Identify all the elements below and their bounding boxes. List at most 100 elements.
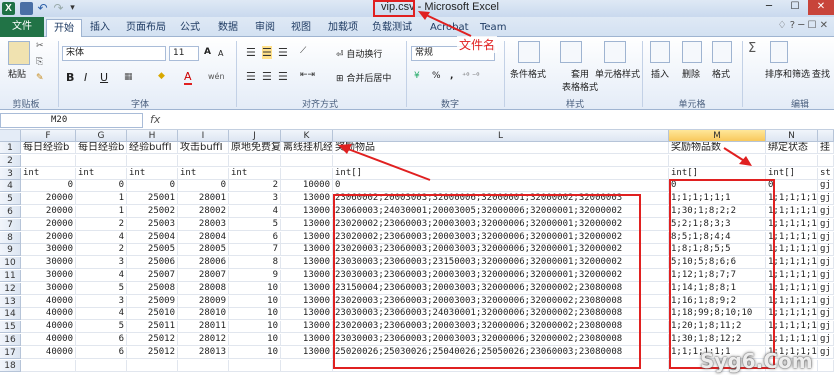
table-cell[interactable]: 40000 bbox=[21, 321, 76, 334]
align-right-icon[interactable]: ☰ bbox=[278, 70, 288, 83]
table-cell[interactable]: 13000 bbox=[281, 282, 333, 295]
table-cell[interactable]: 每日经验b bbox=[21, 142, 76, 154]
table-cell[interactable]: 7 bbox=[229, 244, 281, 257]
table-cell[interactable]: 奖励物品 bbox=[333, 142, 669, 154]
table-cell[interactable]: 25003 bbox=[127, 218, 178, 231]
table-cell[interactable]: 8;5;1;8;4;4 bbox=[669, 231, 766, 244]
close-icon[interactable]: ✕ bbox=[808, 0, 834, 15]
name-box[interactable]: M20 bbox=[0, 113, 143, 128]
merge-center-button[interactable]: ⊞ 合并后居中 bbox=[336, 71, 391, 84]
table-cell[interactable] bbox=[281, 167, 333, 180]
table-cell[interactable]: 1;1;1;1;1 bbox=[766, 321, 818, 334]
table-cell[interactable]: 1;14;1;8;8;1 bbox=[669, 282, 766, 295]
row-header[interactable]: 13 bbox=[0, 295, 21, 308]
underline-button[interactable]: U bbox=[100, 71, 108, 84]
table-cell[interactable]: gj bbox=[818, 244, 834, 257]
table-cell[interactable]: st bbox=[818, 167, 834, 180]
table-cell[interactable]: 1;30;1;8;2;2 bbox=[669, 206, 766, 218]
maximize-icon[interactable]: ☐ bbox=[782, 0, 808, 15]
table-cell[interactable]: 23030003;23060003;20003003;32000006;3200… bbox=[333, 270, 669, 282]
table-cell[interactable]: 23030003;23060003;20003003;32000006;3200… bbox=[333, 334, 669, 346]
fx-icon[interactable]: fx bbox=[150, 113, 160, 126]
table-cell[interactable] bbox=[333, 154, 669, 167]
table-cell[interactable]: 13000 bbox=[281, 334, 333, 346]
select-all-corner[interactable] bbox=[0, 130, 21, 142]
currency-icon[interactable]: ¥ bbox=[414, 71, 420, 81]
tab-formulas[interactable]: 公式 bbox=[180, 19, 200, 37]
table-cell[interactable]: 8 bbox=[229, 257, 281, 270]
grow-font-icon[interactable]: A bbox=[204, 47, 211, 57]
tab-view[interactable]: 视图 bbox=[291, 19, 311, 37]
save-icon[interactable] bbox=[20, 2, 33, 15]
table-cell[interactable]: 25011 bbox=[127, 321, 178, 334]
row-header[interactable]: 9 bbox=[0, 244, 21, 257]
wrap-text-button[interactable]: ⏎ 自动换行 bbox=[336, 47, 382, 60]
table-cell[interactable]: 40000 bbox=[21, 308, 76, 321]
row-header[interactable]: 7 bbox=[0, 218, 21, 231]
table-cell[interactable]: gj bbox=[818, 180, 834, 193]
table-cell[interactable]: 25009 bbox=[127, 295, 178, 308]
table-cell[interactable]: 1;12;1;8;7;7 bbox=[669, 270, 766, 282]
table-cell[interactable]: 10 bbox=[229, 308, 281, 321]
table-cell[interactable]: 10 bbox=[229, 295, 281, 308]
table-cell[interactable]: gj bbox=[818, 295, 834, 308]
delete-cells-icon[interactable] bbox=[682, 41, 702, 63]
table-cell[interactable]: gj bbox=[818, 206, 834, 218]
font-color-button[interactable]: A bbox=[184, 70, 192, 85]
table-cell[interactable]: 2 bbox=[76, 244, 127, 257]
align-top-icon[interactable]: ☰ bbox=[246, 46, 256, 59]
table-cell[interactable]: 13000 bbox=[281, 218, 333, 231]
table-cell[interactable]: 25020026;25030026;25040026;25050026;2306… bbox=[333, 346, 669, 359]
table-cell[interactable] bbox=[818, 359, 834, 372]
table-cell[interactable]: 每日经验b bbox=[76, 142, 127, 154]
table-cell[interactable] bbox=[281, 359, 333, 372]
table-cell[interactable]: 25012 bbox=[127, 346, 178, 359]
table-cell[interactable]: 1;1;1;1;1 bbox=[766, 193, 818, 206]
table-cell[interactable]: 0 bbox=[333, 180, 669, 193]
row-header[interactable]: 15 bbox=[0, 321, 21, 334]
table-cell[interactable]: gj bbox=[818, 218, 834, 231]
tab-review[interactable]: 审阅 bbox=[255, 19, 275, 37]
sort-filter-button[interactable]: 排序和筛选 bbox=[765, 67, 810, 80]
table-cell[interactable]: 28001 bbox=[178, 193, 229, 206]
table-cell[interactable]: 10000 bbox=[281, 180, 333, 193]
find-button[interactable]: 查找 bbox=[812, 67, 830, 80]
table-cell[interactable]: 攻击buffI bbox=[178, 142, 229, 154]
table-cell[interactable]: 1;18;99;8;10;10 bbox=[669, 308, 766, 321]
table-cell[interactable]: int bbox=[178, 167, 229, 180]
table-cell[interactable]: 1;1;1;1;1;1 bbox=[669, 193, 766, 206]
table-cell[interactable]: 28007 bbox=[178, 270, 229, 282]
table-cell[interactable]: 1;8;1;8;5;5 bbox=[669, 244, 766, 257]
tab-insert[interactable]: 插入 bbox=[90, 19, 110, 37]
table-cell[interactable]: 5 bbox=[76, 282, 127, 295]
table-cell[interactable]: 13000 bbox=[281, 295, 333, 308]
sort-filter-icon[interactable] bbox=[770, 41, 788, 63]
table-cell[interactable]: 0 bbox=[21, 180, 76, 193]
table-format-button[interactable]: 套用 表格格式 bbox=[562, 67, 598, 93]
table-cell[interactable]: gj bbox=[818, 308, 834, 321]
table-cell[interactable] bbox=[127, 359, 178, 372]
table-cell[interactable]: 1;1;1;1;1 bbox=[766, 295, 818, 308]
tab-acrobat[interactable]: Acrobat bbox=[430, 19, 469, 37]
table-cell[interactable]: int[] bbox=[333, 167, 669, 180]
decimal-icon[interactable]: ⁺⁰ ⁻⁰ bbox=[462, 71, 479, 80]
table-cell[interactable]: 1;1;1;1;1 bbox=[766, 231, 818, 244]
table-cell[interactable]: 13000 bbox=[281, 231, 333, 244]
table-cell[interactable]: 28002 bbox=[178, 206, 229, 218]
table-cell[interactable]: 2 bbox=[76, 218, 127, 231]
table-cell[interactable]: gj bbox=[818, 231, 834, 244]
table-cell[interactable] bbox=[21, 359, 76, 372]
table-cell[interactable]: 28009 bbox=[178, 295, 229, 308]
table-cell[interactable] bbox=[178, 359, 229, 372]
table-cell[interactable]: 13000 bbox=[281, 346, 333, 359]
column-header-j[interactable]: J bbox=[229, 130, 281, 142]
table-cell[interactable]: 奖励物品数 bbox=[669, 142, 766, 154]
row-header[interactable]: 1 bbox=[0, 142, 21, 154]
table-cell[interactable]: 25001 bbox=[127, 193, 178, 206]
table-cell[interactable]: 40000 bbox=[21, 346, 76, 359]
table-cell[interactable] bbox=[127, 154, 178, 167]
table-cell[interactable]: 28013 bbox=[178, 346, 229, 359]
table-cell[interactable]: 20000 bbox=[21, 231, 76, 244]
tab-team[interactable]: Team bbox=[480, 19, 506, 37]
table-cell[interactable]: 30000 bbox=[21, 282, 76, 295]
